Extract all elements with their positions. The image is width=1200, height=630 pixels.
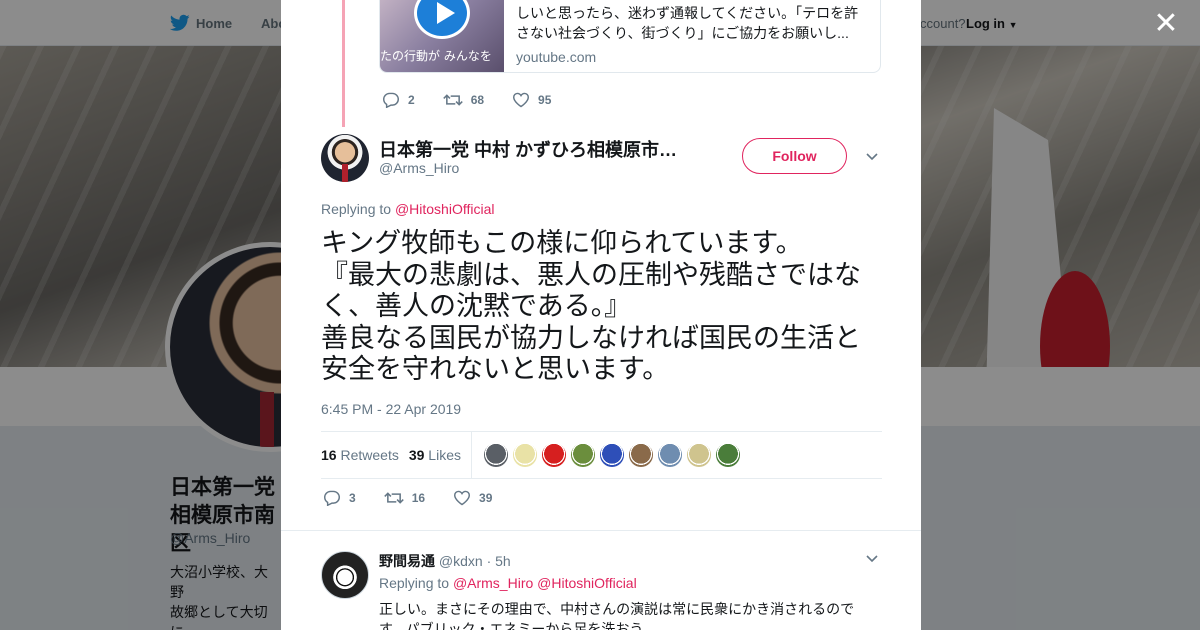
liker-avatar[interactable] — [715, 443, 740, 467]
like-button[interactable]: 39 — [453, 490, 492, 506]
tweet-text-line: 安全を守れないと思います。 — [321, 354, 670, 385]
liker-avatar[interactable] — [512, 443, 537, 467]
reply-replying-prefix: Replying to — [379, 575, 450, 591]
reply-author-handle[interactable]: @kdxn — [439, 553, 483, 569]
tweet-text: キング牧師もこの様に仰られています。 『最大の悲劇は、悪人の圧制や残酷さではな … — [321, 228, 881, 386]
reply-author-avatar[interactable] — [321, 551, 369, 599]
chevron-down-icon[interactable] — [864, 550, 880, 566]
likes-stat-count: 39 — [408, 447, 425, 463]
author-handle[interactable]: @Arms_Hiro — [379, 160, 459, 176]
reply-button[interactable]: 2 — [382, 92, 415, 108]
close-icon[interactable]: ✕ — [1152, 9, 1180, 39]
retweet-count: 68 — [470, 93, 485, 107]
tweet-text-line: 善良なる国民が協力しなければ国民の生活と — [321, 322, 861, 354]
liker-avatar[interactable] — [657, 443, 682, 467]
tweet-text-line: く、善人の沈黙である。』 — [321, 291, 632, 322]
replying-to-link[interactable]: @HitoshiOfficial — [395, 201, 495, 217]
liker-avatar[interactable] — [686, 443, 711, 467]
replying-prefix: Replying to — [321, 201, 392, 217]
parent-tweet-actions: 2 68 95 — [382, 92, 579, 108]
reply-separator — [281, 530, 921, 531]
tweet-text-line: 『最大の悲劇は、悪人の圧制や残酷さではな — [321, 259, 861, 291]
reply-button[interactable]: 3 — [323, 490, 356, 506]
card-thumbnail-caption: たの行動が みんなを — [380, 49, 492, 63]
card-thumbnail: たの行動が みんなを — [380, 0, 504, 72]
author-avatar[interactable] — [321, 134, 369, 182]
thread-connector — [342, 0, 345, 127]
heart-icon — [513, 92, 530, 108]
like-button[interactable]: 95 — [512, 92, 551, 108]
retweet-button[interactable]: 16 — [383, 490, 426, 506]
reply-replying-to: Replying to @Arms_Hiro @HitoshiOfficial — [379, 575, 637, 591]
retweets-stat-count: 16 — [321, 447, 337, 463]
retweet-count: 16 — [411, 491, 426, 505]
like-count: 39 — [479, 491, 493, 505]
card-description: しいと思ったら、迷わず通報してください。「テロを許さない社会づくり、街づくり」に… — [516, 5, 859, 41]
retweets-stat-label: Retweets — [340, 447, 399, 463]
reply-count: 3 — [349, 491, 356, 505]
chevron-down-icon[interactable] — [864, 148, 880, 164]
tweet-text-line: キング牧師もこの様に仰られています。 — [321, 228, 803, 259]
like-count: 95 — [538, 93, 552, 107]
replying-to: Replying to @HitoshiOfficial — [321, 201, 494, 217]
tweet-permalink-modal: たの行動が みんなを しいと思ったら、迷わず通報してください。「テロを許さない社… — [281, 0, 921, 630]
reply-icon — [323, 490, 341, 506]
liker-avatar[interactable] — [599, 443, 624, 467]
likes-stat-label: Likes — [428, 447, 461, 463]
reply-time[interactable]: · 5h — [487, 553, 511, 569]
retweets-stat[interactable]: 16 Retweets — [321, 447, 399, 463]
reply-text: 正しい。まさにその理由で、中村さんの演説は常に民衆にかき消されるのです。パブリッ… — [379, 601, 855, 630]
likes-stat[interactable]: 39 Likes — [409, 447, 461, 463]
reply-icon — [382, 92, 400, 108]
card-domain: youtube.com — [516, 49, 597, 65]
tweet-stats: 16 Retweets 39 Likes — [321, 431, 882, 479]
card-body: しいと思ったら、迷わず通報してください。「テロを許さない社会づくり、街づくり」に… — [504, 0, 880, 72]
liker-avatar[interactable] — [483, 443, 508, 467]
play-icon[interactable] — [414, 0, 470, 39]
retweet-icon — [442, 94, 463, 106]
tweet-timestamp[interactable]: 6:45 PM - 22 Apr 2019 — [321, 401, 461, 417]
reply-author-name[interactable]: 野間易通 — [379, 553, 435, 569]
tweet-actions: 3 16 39 — [323, 490, 520, 506]
reply-count: 2 — [408, 93, 415, 107]
author-name[interactable]: 日本第一党 中村 かずひろ相模原市南区選挙区 — [379, 136, 685, 162]
retweet-icon — [383, 492, 404, 504]
follow-button[interactable]: Follow — [742, 138, 847, 174]
stats-divider — [470, 432, 472, 478]
liker-avatar[interactable] — [628, 443, 653, 467]
reply-replying-to-link[interactable]: @Arms_Hiro @HitoshiOfficial — [453, 575, 637, 591]
link-preview-card[interactable]: たの行動が みんなを しいと思ったら、迷わず通報してください。「テロを許さない社… — [379, 0, 881, 73]
liker-avatars — [483, 443, 740, 467]
heart-icon — [454, 490, 471, 506]
retweet-button[interactable]: 68 — [442, 92, 485, 108]
liker-avatar[interactable] — [541, 443, 566, 467]
reply-header: 野間易通 @kdxn · 5h — [379, 551, 511, 571]
liker-avatar[interactable] — [570, 443, 595, 467]
